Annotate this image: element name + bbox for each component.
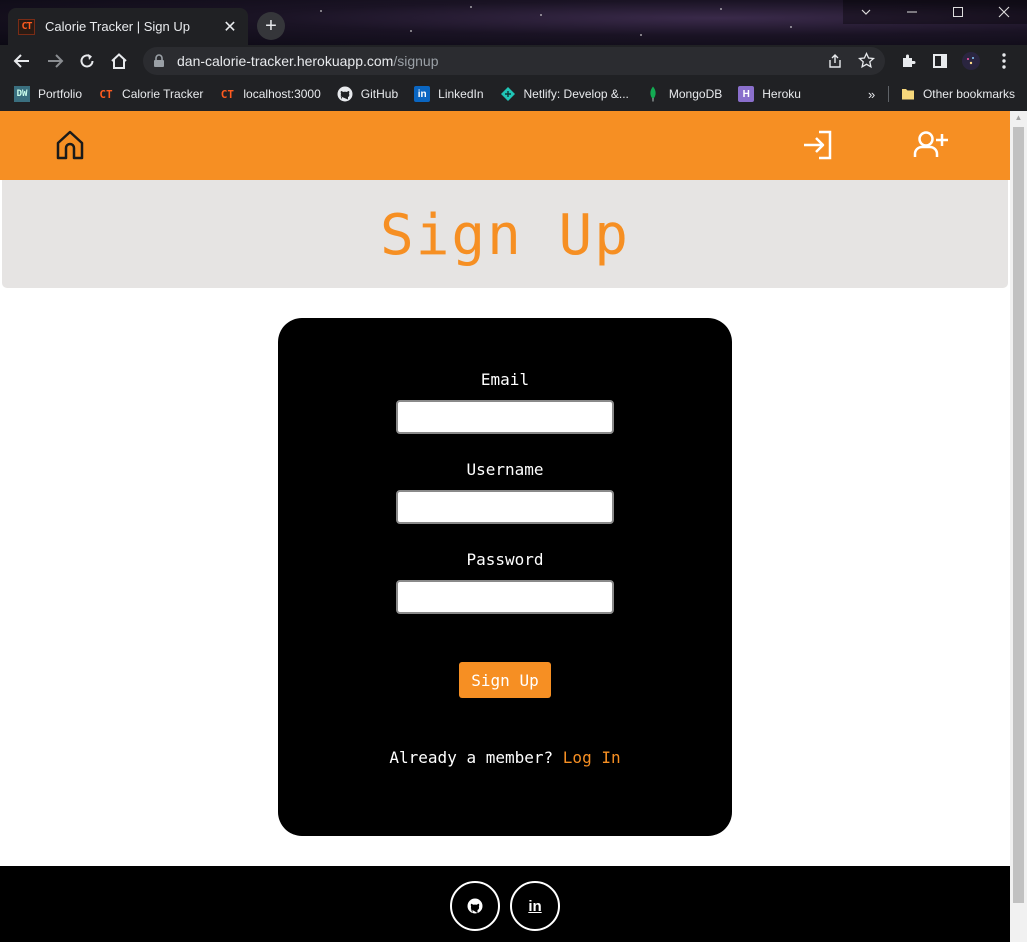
tab-favicon: CT (18, 18, 35, 35)
site-header (0, 111, 1010, 180)
linkedin-icon: in (528, 897, 542, 915)
share-icon[interactable] (827, 53, 843, 72)
log-in-link[interactable]: Log In (563, 748, 621, 767)
member-text: Already a member? (389, 748, 554, 767)
new-tab-button[interactable]: + (257, 12, 285, 40)
password-label: Password (466, 550, 544, 569)
page-viewport: Sign Up Email Username Password Sign Up … (0, 111, 1010, 942)
browser-tab-active[interactable]: CT Calorie Tracker | Sign Up ✕ (8, 8, 248, 45)
minimize-icon[interactable] (889, 0, 935, 24)
email-field[interactable] (396, 400, 614, 434)
calorie-tracker-favicon-icon: CT (99, 87, 113, 101)
back-arrow-icon[interactable] (10, 49, 34, 73)
tab-search-icon[interactable] (843, 0, 889, 24)
background-star (470, 6, 472, 8)
github-icon (337, 86, 353, 102)
heroku-icon: H (738, 86, 755, 102)
bookmarks-overflow-icon[interactable]: » (868, 87, 875, 102)
background-star (320, 10, 322, 12)
username-label: Username (466, 460, 544, 479)
scroll-up-arrow-icon[interactable]: ▲ (1010, 111, 1027, 125)
background-star (790, 26, 792, 28)
page-hero: Sign Up (2, 180, 1008, 288)
home-browser-icon[interactable] (107, 49, 131, 73)
bookmark-label: Netlify: Develop &... (523, 87, 629, 101)
background-star (540, 14, 542, 16)
bookmark-github[interactable]: GitHub (337, 86, 398, 102)
bookmark-mongodb[interactable]: MongoDB (645, 86, 722, 102)
bookmark-label: GitHub (360, 87, 399, 101)
signup-form: Email Username Password Sign Up Already … (278, 318, 732, 836)
other-bookmarks-label: Other bookmarks (922, 87, 1015, 101)
bookmark-localhost[interactable]: CT localhost:3000 (219, 86, 321, 102)
bookmark-linkedin[interactable]: in LinkedIn (414, 86, 484, 102)
linkedin-icon: in (414, 86, 431, 102)
bookmark-label: LinkedIn (438, 87, 484, 101)
scrollbar-thumb[interactable] (1013, 127, 1024, 903)
site-footer: in (0, 866, 1010, 942)
close-tab-icon[interactable]: ✕ (222, 17, 238, 37)
bookmark-label: MongoDB (668, 87, 723, 101)
bookmark-label: Heroku (762, 87, 801, 101)
background-star (720, 8, 722, 10)
folder-icon (901, 87, 915, 101)
bookmark-heroku[interactable]: H Heroku (738, 86, 801, 102)
email-label: Email (480, 370, 530, 389)
bookmark-label: Portfolio (38, 87, 83, 101)
linkedin-link-button[interactable]: in (510, 881, 560, 931)
sign-up-button[interactable]: Sign Up (459, 662, 551, 698)
bookmark-calorie-tracker[interactable]: CT Calorie Tracker (98, 86, 203, 102)
github-link-button[interactable] (450, 881, 500, 931)
netlify-icon (500, 86, 516, 102)
member-prompt: Already a member? Log In (278, 748, 732, 767)
background-star (640, 34, 642, 36)
portfolio-favicon-icon: DW (14, 86, 30, 102)
bookmarks-bar: DW Portfolio CT Calorie Tracker CT local… (0, 77, 1027, 111)
side-panel-icon[interactable] (928, 49, 952, 73)
bookmark-portfolio[interactable]: DW Portfolio (14, 86, 82, 102)
mongodb-icon (645, 86, 661, 102)
calorie-tracker-favicon-icon: CT (220, 87, 235, 101)
maximize-icon[interactable] (935, 0, 981, 24)
url-host: dan-calorie-tracker.herokuapp.com (177, 53, 394, 69)
browser-titlebar: CT Calorie Tracker | Sign Up ✕ + (0, 0, 1027, 45)
url-path: /signup (393, 53, 439, 69)
username-field[interactable] (396, 490, 614, 524)
page-scrollbar[interactable]: ▲ (1010, 111, 1027, 942)
bookmarks-divider (888, 86, 889, 102)
bookmark-netlify[interactable]: Netlify: Develop &... (500, 86, 629, 102)
profile-avatar-icon[interactable] (959, 49, 983, 73)
address-bar[interactable]: dan-calorie-tracker.herokuapp.com/signup (143, 47, 885, 75)
reload-icon[interactable] (75, 49, 99, 73)
home-icon[interactable] (52, 127, 88, 163)
page-title: Sign Up (379, 203, 630, 268)
browser-menu-icon[interactable] (992, 49, 1016, 73)
browser-toolbar: dan-calorie-tracker.herokuapp.com/signup (0, 45, 1027, 77)
tab-title: Calorie Tracker | Sign Up (45, 19, 190, 34)
close-window-icon[interactable] (981, 0, 1027, 24)
extensions-icon[interactable] (896, 49, 920, 73)
other-bookmarks-folder[interactable]: Other bookmarks (901, 87, 1015, 101)
bookmark-label: Calorie Tracker (122, 87, 204, 101)
bookmark-star-icon[interactable] (857, 51, 876, 72)
bookmark-label: localhost:3000 (243, 87, 321, 101)
login-icon[interactable] (800, 127, 836, 163)
lock-icon (154, 54, 164, 67)
github-icon (467, 898, 483, 914)
password-field[interactable] (396, 580, 614, 614)
add-user-icon[interactable] (913, 127, 949, 163)
window-controls (843, 0, 1027, 24)
forward-arrow-icon[interactable] (43, 49, 67, 73)
background-star (410, 30, 412, 32)
